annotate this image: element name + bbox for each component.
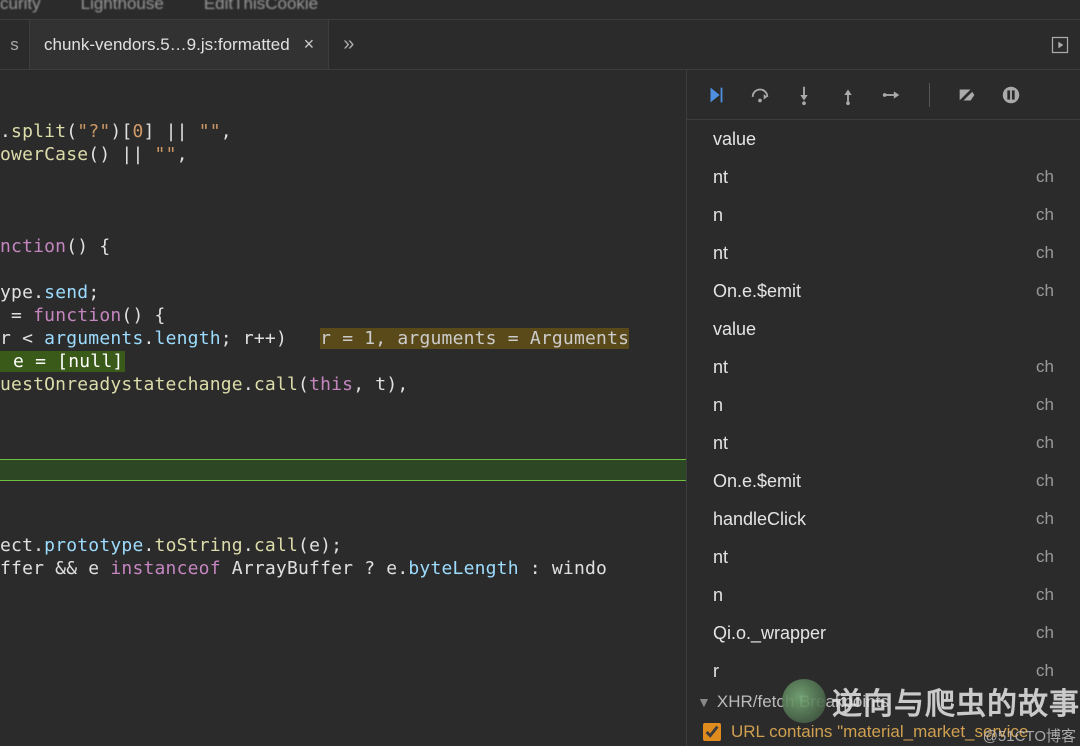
code-token: )[ [110, 121, 132, 142]
call-stack-frame[interactable]: nch [687, 386, 1080, 424]
code-token: call [254, 535, 298, 556]
code-token: ; r++) [221, 328, 320, 349]
call-stack-frame[interactable]: rch [687, 652, 1080, 686]
code-token: byteLength [408, 558, 518, 579]
code-token: () || [88, 144, 154, 165]
breakpoint-checkbox[interactable] [703, 723, 721, 741]
step-over-icon[interactable] [749, 84, 771, 106]
code-token: . [144, 328, 155, 349]
run-snippet-icon[interactable] [1040, 35, 1080, 55]
source-code-pane[interactable]: .split("?")[0] || "", owerCase() || "", … [0, 70, 686, 746]
call-stack-frame[interactable]: ntch [687, 158, 1080, 196]
code-token: function [33, 305, 121, 326]
devtools-panel-tabs: curity Lighthouse EditThisCookie [0, 0, 1080, 20]
code-token: send [44, 282, 88, 303]
call-stack-list: value ntch nch ntch On.e.$emitch value n… [687, 120, 1080, 686]
code-token: r < [0, 328, 44, 349]
code-token: , [177, 144, 188, 165]
panel-tab-security[interactable]: curity [0, 0, 41, 14]
xhr-breakpoint-row[interactable]: URL contains "material_market_service [687, 718, 1080, 746]
code-token: ype. [0, 282, 44, 303]
code-token: owerCase [0, 144, 88, 165]
code-token: 0 [132, 121, 143, 142]
call-stack-frame[interactable]: On.e.$emitch [687, 272, 1080, 310]
tab-overflow-icon[interactable]: » [329, 33, 368, 56]
code-token: "" [199, 121, 221, 142]
code-token: ffer && e [0, 558, 110, 579]
code-inline-values: e = [null] [0, 351, 125, 372]
code-token: toString [155, 535, 243, 556]
execution-line-highlight [0, 459, 686, 481]
close-icon[interactable]: × [304, 34, 315, 55]
panel-tab-editthiscookie[interactable]: EditThisCookie [204, 0, 318, 14]
call-stack-frame[interactable]: nch [687, 196, 1080, 234]
code-token: ] || [144, 121, 199, 142]
debugger-sidebar: value ntch nch ntch On.e.$emitch value n… [686, 70, 1080, 746]
code-token: call [254, 374, 298, 395]
call-stack-frame[interactable]: ntch [687, 234, 1080, 272]
code-token: . [144, 535, 155, 556]
triangle-down-icon: ▼ [697, 694, 711, 710]
code-token: ; [88, 282, 99, 303]
code-inline-values: r = 1, arguments = Arguments [320, 328, 629, 349]
code-token: ( [66, 121, 77, 142]
code-token: this [309, 374, 353, 395]
call-stack-frame[interactable]: ntch [687, 424, 1080, 462]
code-token: instanceof [110, 558, 220, 579]
step-out-icon[interactable] [837, 84, 859, 106]
code-token: ArrayBuffer ? e. [221, 558, 409, 579]
code-token: ect. [0, 535, 44, 556]
breakpoint-label: URL contains "material_market_service [731, 722, 1028, 742]
deactivate-breakpoints-icon[interactable] [956, 84, 978, 106]
code-token: . [0, 121, 11, 142]
code-token: arguments [44, 328, 143, 349]
pause-on-exceptions-icon[interactable] [1000, 84, 1022, 106]
toolbar-separator [929, 83, 930, 107]
code-token: : windo [519, 558, 607, 579]
call-stack-frame[interactable]: handleClickch [687, 500, 1080, 538]
step-icon[interactable] [881, 84, 903, 106]
code-token: , [221, 121, 232, 142]
resume-icon[interactable] [705, 84, 727, 106]
call-stack-frame[interactable]: ntch [687, 538, 1080, 576]
code-token: nction [0, 236, 66, 257]
code-token: "" [155, 144, 177, 165]
code-token: () { [121, 305, 165, 326]
code-token: ( [298, 374, 309, 395]
code-token: length [155, 328, 221, 349]
call-stack-frame[interactable]: value [687, 120, 1080, 158]
call-stack-frame[interactable]: value [687, 310, 1080, 348]
step-into-icon[interactable] [793, 84, 815, 106]
code-token: , t), [353, 374, 408, 395]
file-tab-label: chunk-vendors.5…9.js:formatted [44, 35, 290, 55]
debugger-toolbar [687, 70, 1080, 120]
code-token: () { [66, 236, 110, 257]
section-label: XHR/fetch Breakpoints [717, 692, 889, 712]
panel-tab-lighthouse[interactable]: Lighthouse [81, 0, 164, 14]
code-token: = [0, 305, 33, 326]
xhr-breakpoints-header[interactable]: ▼ XHR/fetch Breakpoints [687, 686, 1080, 718]
file-tab-bar: s chunk-vendors.5…9.js:formatted × » [0, 20, 1080, 70]
call-stack-frame[interactable]: On.e.$emitch [687, 462, 1080, 500]
code-token: . [243, 535, 254, 556]
code-token: (e); [298, 535, 342, 556]
call-stack-frame[interactable]: nch [687, 576, 1080, 614]
code-token: split [11, 121, 66, 142]
file-tab-stub[interactable]: s [0, 20, 30, 69]
code-token: uestOnreadystatechange [0, 374, 243, 395]
call-stack-frame[interactable]: ntch [687, 348, 1080, 386]
code-token: "?" [77, 121, 110, 142]
call-stack-frame[interactable]: Qi.o._wrapperch [687, 614, 1080, 652]
code-token: . [243, 374, 254, 395]
code-token: prototype [44, 535, 143, 556]
file-tab-active[interactable]: chunk-vendors.5…9.js:formatted × [30, 20, 329, 69]
